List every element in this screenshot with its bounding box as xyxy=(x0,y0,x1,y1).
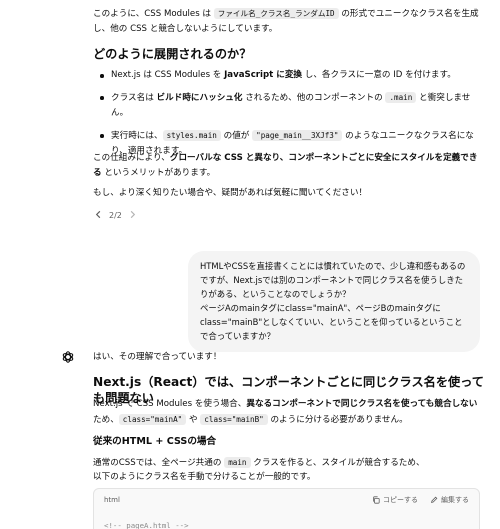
next-response-button[interactable] xyxy=(128,210,137,221)
code-block-body: <!-- pageA.html --> xyxy=(94,511,479,529)
previous-response-button[interactable] xyxy=(94,210,103,221)
intro-paragraph: このように、CSS Modules は ファイル名_クラス名_ランダムID の形… xyxy=(93,8,479,34)
assistant-avatar xyxy=(61,350,75,364)
list-item: クラス名は ビルド時にハッシュ化 されるため、他のコンポーネントの .main … xyxy=(93,90,485,121)
chevron-right-icon xyxy=(130,210,136,219)
answer-paragraph-3: 以下のようにクラス名を手動で分けることが一般的です。 xyxy=(93,472,316,482)
inline-code: "page_main__3XJf3" xyxy=(252,130,343,141)
section-heading: どのように展開されるのか？ xyxy=(93,47,252,61)
inline-code: class="mainA" xyxy=(118,414,187,425)
inline-code: styles.main xyxy=(162,130,221,141)
inline-code: ファイル名_クラス名_ランダムID xyxy=(213,8,339,19)
summary-paragraph: この仕組みにより、グローバルな CSS と異なり、コンポーネントごとに安全にスタ… xyxy=(93,153,478,178)
copy-button[interactable]: コピーする xyxy=(372,495,418,505)
answer-paragraph-2: 通常のCSSでは、全ページ共通の main クラスを作ると、スタイルが競合するた… xyxy=(93,457,425,468)
answer-paragraph: Next.js で CSS Modules を使う場合、異なるコンポーネントで同… xyxy=(93,399,478,425)
openai-logo-icon xyxy=(62,351,74,363)
inline-code: class="mainB" xyxy=(200,414,268,425)
chevron-left-icon xyxy=(95,210,101,219)
closing-paragraph: もし、より深く知りたい場合や、疑問があれば気軽に聞いてください！ xyxy=(93,188,368,198)
code-language-label: html xyxy=(104,496,120,504)
edit-button[interactable]: 編集する xyxy=(430,495,469,505)
response-pager: 2/2 xyxy=(94,210,137,221)
list-item: Next.js は CSS Modules を JavaScript に変換 し… xyxy=(93,68,485,83)
inline-code: .main xyxy=(385,92,417,103)
code-block-header: html コピーする 編集する xyxy=(94,489,479,511)
code-block: html コピーする 編集する <!-- pageA.html --> xyxy=(93,488,480,529)
user-message-bubble: HTMLやCSSを直接書くことには慣れていたので、少し違和感もあるのですが、Ne… xyxy=(188,251,480,352)
pencil-icon xyxy=(431,496,438,503)
sub-heading: 従来のHTML + CSSの場合 xyxy=(93,436,217,447)
pager-label: 2/2 xyxy=(109,211,122,220)
answer-lead: はい、その理解で合っています！ xyxy=(93,352,222,362)
code-line: <!-- pageA.html --> xyxy=(104,521,189,529)
copy-icon xyxy=(373,496,380,504)
inline-code: main xyxy=(224,457,251,468)
